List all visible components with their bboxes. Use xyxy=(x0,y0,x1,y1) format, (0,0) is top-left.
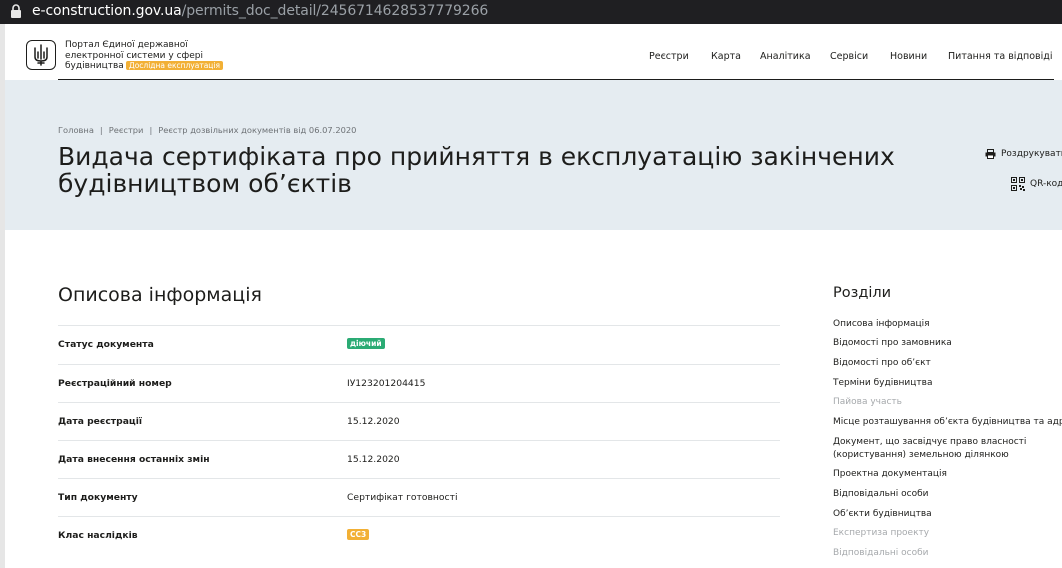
table-row: Клас наслідків СС3 xyxy=(58,516,780,555)
logo[interactable] xyxy=(26,40,56,70)
qr-code-label: QR-код xyxy=(1030,179,1062,189)
browser-address-bar[interactable]: e-construction.gov.ua/permits_doc_detail… xyxy=(0,0,1062,24)
row-label: Реєстраційний номер xyxy=(58,378,172,389)
status-badge: діючий xyxy=(347,338,385,349)
section-link-description[interactable]: Описова інформація xyxy=(833,318,930,331)
nav-item-registries[interactable]: Реєстри xyxy=(649,51,689,62)
nav-item-news[interactable]: Новини xyxy=(890,51,927,62)
portal-name[interactable]: Портал Єдиної державної електронної сист… xyxy=(65,40,235,72)
section-link-object[interactable]: Відомості про об’єкт xyxy=(833,357,931,370)
section-link-land-rights-line2: (користування) земельною ділянкою xyxy=(833,450,1009,460)
qr-code-button[interactable]: QR-код xyxy=(1011,177,1062,191)
section-link-construction-objects[interactable]: Об’єкти будівництва xyxy=(833,508,932,521)
table-row: Дата реєстрації 15.12.2020 xyxy=(58,402,780,441)
beta-badge: Дослідна експлуатація xyxy=(125,61,224,70)
section-link-project-docs[interactable]: Проектна документація xyxy=(833,468,947,481)
nav-item-analytics[interactable]: Аналітика xyxy=(760,51,811,62)
trident-icon xyxy=(34,44,48,66)
section-link-project-expertise: Експертиза проекту xyxy=(833,528,930,538)
breadcrumb-separator: | xyxy=(149,125,153,135)
breadcrumb-separator: | xyxy=(99,125,103,135)
table-row: Дата внесення останніх змін 15.12.2020 xyxy=(58,440,780,479)
breadcrumb-registries[interactable]: Реєстри xyxy=(109,125,144,135)
nav-item-map[interactable]: Карта xyxy=(711,51,741,62)
url-path: /permits_doc_detail/2456714628537779266 xyxy=(181,3,489,19)
row-value: IУ123201204415 xyxy=(347,378,426,389)
url-text[interactable]: e-construction.gov.ua/permits_doc_detail… xyxy=(32,3,488,19)
table-row: Реєстраційний номер IУ123201204415 xyxy=(58,364,780,403)
printer-icon xyxy=(985,149,996,159)
section-link-share-participation: Пайова участь xyxy=(833,397,902,407)
row-value: 15.12.2020 xyxy=(347,416,400,427)
breadcrumb: Головна | Реєстри | Реєстр дозвільних докуме… xyxy=(58,125,356,135)
section-link-responsible-persons-2: Відповідальні особи xyxy=(833,548,929,558)
row-label: Дата внесення останніх змін xyxy=(58,454,210,465)
qr-code-icon xyxy=(1011,177,1025,191)
row-label: Дата реєстрації xyxy=(58,416,143,427)
row-label: Клас наслідків xyxy=(58,530,138,541)
section-title: Описова інформація xyxy=(58,284,262,306)
print-label: Роздрукувати xyxy=(1001,149,1062,159)
row-value: 15.12.2020 xyxy=(347,454,400,465)
section-link-land-rights-line1: Документ, що засвідчує право власності xyxy=(833,437,1027,447)
page-title: Видача сертифіката про прийняття в експл… xyxy=(58,142,895,198)
nav-item-faq[interactable]: Питання та відповіді xyxy=(948,51,1052,62)
print-button[interactable]: Роздрукувати xyxy=(985,149,1062,159)
breadcrumb-current[interactable]: Реєстр дозвільних документів від 06.07.2… xyxy=(158,125,356,135)
sections-title: Розділи xyxy=(833,285,892,301)
breadcrumb-home[interactable]: Головна xyxy=(58,125,94,135)
section-link-location[interactable]: Місце розташування об’єкта будівництва т… xyxy=(833,416,1062,429)
table-row: Тип документу Сертифікат готовності xyxy=(58,478,780,517)
row-label: Статус документа xyxy=(58,339,154,350)
nav-item-services[interactable]: Сервіси xyxy=(830,51,868,62)
section-link-land-rights[interactable]: Документ, що засвідчує право власності (к… xyxy=(833,436,1026,462)
lock-icon xyxy=(11,4,21,18)
section-link-responsible-persons[interactable]: Відповідальні особи xyxy=(833,488,929,501)
section-link-construction-terms[interactable]: Терміни будівництва xyxy=(833,377,932,390)
section-link-customer[interactable]: Відомості про замовника xyxy=(833,337,952,350)
row-label: Тип документу xyxy=(58,492,138,503)
consequence-class-badge: СС3 xyxy=(347,529,370,540)
table-row: Статус документа діючий xyxy=(58,325,780,364)
url-domain: e-construction.gov.ua xyxy=(32,3,182,19)
row-value: Сертифікат готовності xyxy=(347,492,458,503)
